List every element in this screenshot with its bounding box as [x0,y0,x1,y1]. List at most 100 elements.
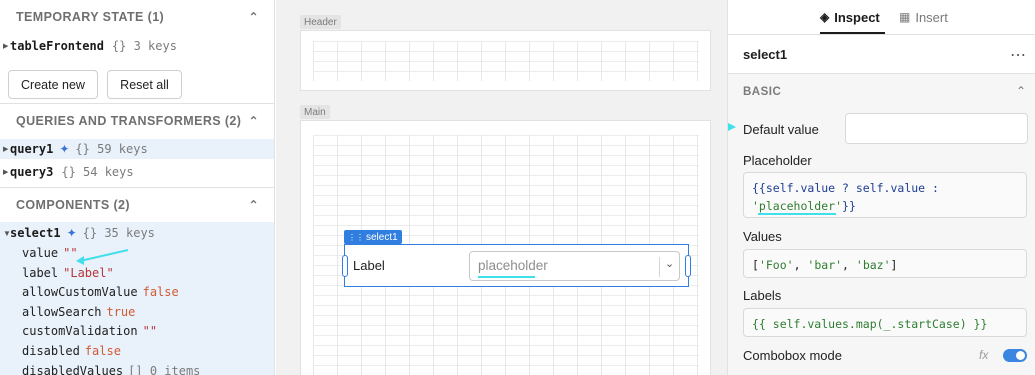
code-string-text: 'placeholder' [752,199,843,213]
default-value-label: Default value [743,122,819,137]
graph-icon[interactable]: ✦ [67,226,77,240]
prop-value: [] 0 items [128,363,201,375]
tree-item-name: select1 [10,226,61,240]
prop-value: "" [142,324,158,339]
layers-icon: ◈ [820,10,830,24]
fx-icon[interactable]: fx [979,348,988,362]
code-bracket-close: ] [890,258,898,272]
select-component[interactable]: Label placeholder ⌄ [342,244,691,287]
annotation-arrow-default-value [728,123,736,131]
tree-item-name: tableFrontend [10,39,104,53]
code-bracket-open: [ [752,258,759,272]
header-zone-label: Header [300,15,341,29]
tree-item-name: query1 [10,142,54,156]
chevron-down-icon[interactable]: ⌄ [665,257,674,270]
code-string: 'baz' [855,258,891,272]
header-grid [313,41,699,81]
chevron-up-icon[interactable]: ⌃ [249,114,259,128]
collapse-triangle-icon[interactable]: ▼ [0,229,11,238]
tree-item-tableFrontend[interactable]: ▶ tableFrontend {} 3 keys [0,36,274,56]
expand-triangle-icon[interactable]: ▶ [0,145,10,153]
queries-header[interactable]: QUERIES AND TRANSFORMERS (2) ⌃ [0,104,274,138]
prop-key: customValidation [22,324,138,339]
code-string: 'Foo' [758,258,794,272]
prop-key: allowCustomValue [22,285,138,300]
resize-handle-right[interactable] [685,255,691,277]
combobox-mode-toggle[interactable] [1003,349,1027,362]
temporary-state-header[interactable]: TEMPORARY STATE (1) ⌃ [0,0,274,34]
labels-code-input[interactable]: {{ self.values.map(_.startCase) }} [743,308,1027,337]
chevron-up-icon[interactable]: ⌃ [249,198,259,212]
tab-inspect-label: Inspect [834,9,880,25]
reset-all-button[interactable]: Reset all [107,70,182,99]
inspector-panel: ◈ Inspect ▦ Insert select1 ⋯ BASIC ⌃ Def… [727,0,1035,375]
tree-item-name: query3 [10,165,54,179]
tree-item-meta: {} 59 keys [75,142,148,156]
tab-insert-label: Insert [915,9,948,25]
components-title: COMPONENTS (2) [16,198,130,212]
labels-label: Labels [743,288,782,303]
component-tag-select1[interactable]: ⋮⋮ select1 [344,230,402,244]
select-label: Label [353,258,385,273]
header-zone[interactable] [300,30,711,91]
tree-item-meta: {} 35 keys [82,226,155,240]
prop-key: disabled [22,344,80,358]
tree-item-select1[interactable]: ▼ select1 ✦ {} 35 keys [0,223,274,243]
values-label: Values [743,229,782,244]
temporary-state-title: TEMPORARY STATE (1) [16,10,165,24]
combobox-mode-label: Combobox mode [743,348,842,363]
basic-section-title[interactable]: BASIC [743,86,781,98]
code-expression: self.value ? self.value : [765,181,939,195]
prop-value: false [142,285,179,300]
values-code-input[interactable]: ['Foo', 'bar', 'baz'] [743,249,1027,278]
annotation-underline [758,213,837,215]
annotation-arrow-value [76,249,129,265]
select-divider [659,257,660,277]
expand-triangle-icon[interactable]: ▶ [0,168,10,176]
code-string: 'placeholder' [752,199,843,215]
annotation-underline [478,276,535,278]
more-options-icon[interactable]: ⋯ [1010,45,1026,65]
resize-handle-left[interactable] [342,255,348,277]
component-prop-allowSearch[interactable]: allowSearch true [22,303,135,321]
chevron-up-icon[interactable]: ⌃ [249,10,259,24]
prop-key: disabledValues [22,363,124,375]
tree-item-meta: {} 3 keys [111,39,177,53]
code-string: 'bar' [807,258,843,272]
app-canvas: Header Main ⋮⋮ select1 Label placeholder… [276,0,727,375]
tree-item-meta: {} 54 keys [61,165,134,179]
code-brace-open: {{ [752,181,766,195]
state-panel: TEMPORARY STATE (1) ⌃ ▶ tableFrontend {}… [0,0,275,375]
component-prop-disabledValues[interactable]: disabledValues [] 0 items [22,362,200,375]
placeholder-code-input[interactable]: {{self.value ? self.value : 'placeholder… [743,172,1027,218]
prop-key: label [22,265,59,280]
prop-key: allowSearch [22,304,102,319]
placeholder-label: Placeholder [743,153,812,168]
component-name[interactable]: select1 [743,47,787,62]
prop-value: true [106,304,136,319]
main-zone-label: Main [300,105,330,119]
tab-insert[interactable]: ▦ Insert [899,0,948,34]
expand-triangle-icon[interactable]: ▶ [0,42,10,50]
select-placeholder: placeholder [478,258,548,273]
tab-inspect[interactable]: ◈ Inspect [820,0,880,34]
chevron-up-icon[interactable]: ⌃ [1016,84,1026,98]
component-prop-customValidation[interactable]: customValidation "" [22,322,157,340]
drag-handle-icon[interactable]: ⋮⋮ [348,233,364,242]
insert-icon: ▦ [899,10,911,24]
graph-icon[interactable]: ✦ [59,142,69,156]
tree-item-query1[interactable]: ▶ query1 ✦ {} 59 keys [0,139,274,159]
prop-value: "Label" [63,265,114,280]
select-dropdown[interactable]: placeholder ⌄ [469,251,680,281]
divider [728,34,1035,35]
component-prop-disabled[interactable]: disabled false [22,342,121,360]
tree-item-query3[interactable]: ▶ query3 {} 54 keys [0,162,274,182]
component-prop-label[interactable]: label "Label" [22,264,114,282]
component-tag-label: select1 [366,231,398,243]
components-header[interactable]: COMPONENTS (2) ⌃ [0,188,274,222]
prop-value: false [84,344,121,358]
create-new-button[interactable]: Create new [8,70,98,99]
default-value-input[interactable] [845,113,1028,144]
component-prop-value[interactable]: value "" [22,244,78,262]
component-prop-allowCustomValue[interactable]: allowCustomValue false [22,283,179,301]
